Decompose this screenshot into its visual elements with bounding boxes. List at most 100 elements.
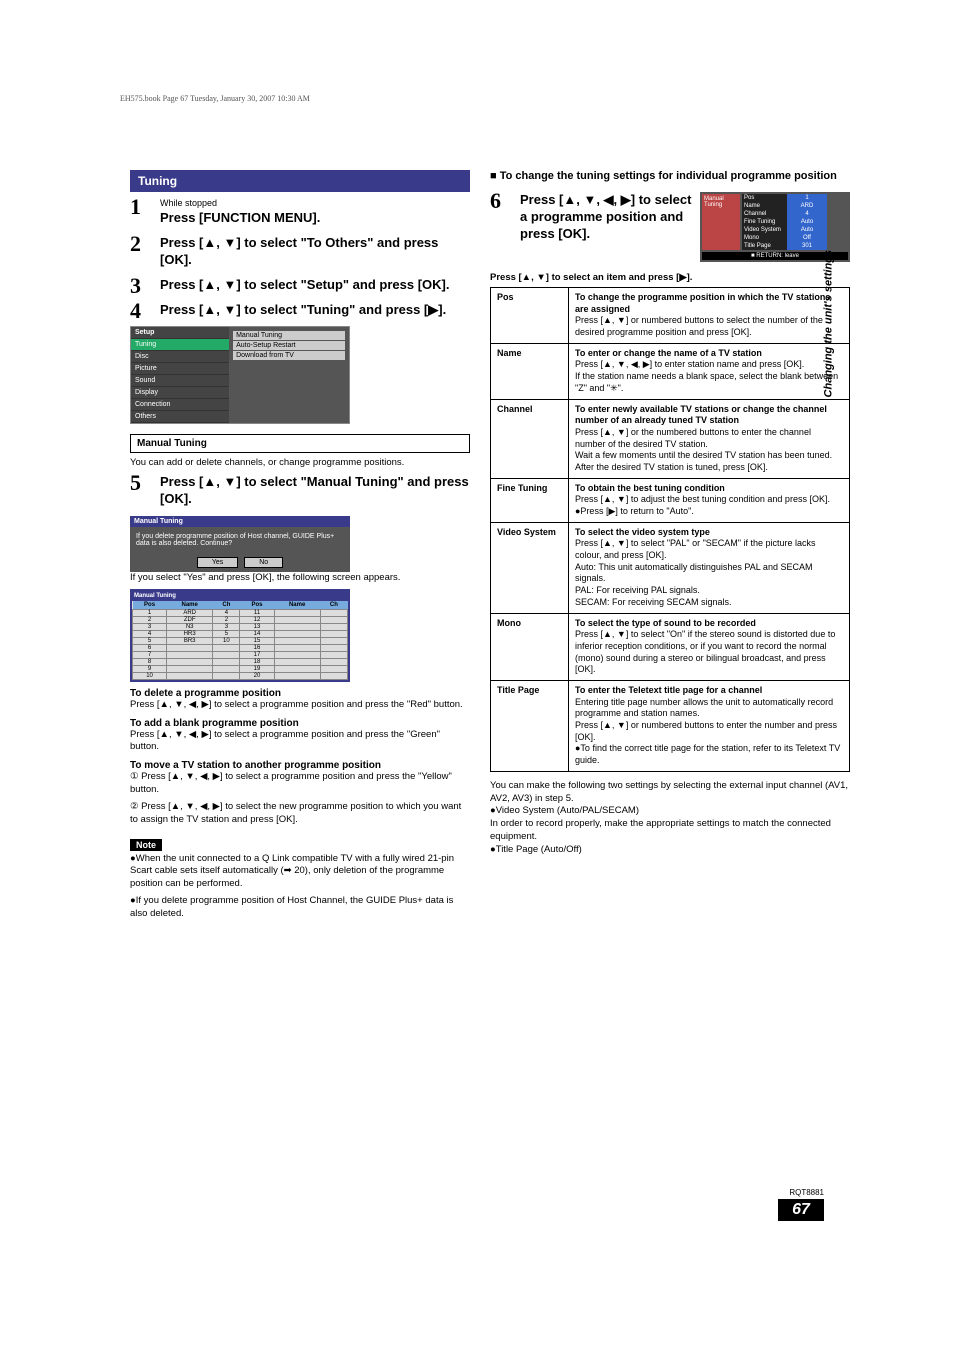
osd-list-cell: 20 xyxy=(240,672,274,679)
osd-panel-item: Manual Tuning xyxy=(233,331,345,340)
note-label: Note xyxy=(130,839,162,851)
osd-list-cell xyxy=(274,658,320,665)
osd-list-col: Name xyxy=(274,601,320,610)
osd-manual-row: Channel4 xyxy=(742,210,827,218)
move-step-2: ② Press [▲, ▼, ◀, ▶] to select the new p… xyxy=(130,801,470,827)
page-footer: RQT8881 67 xyxy=(778,1188,824,1221)
spec-value: To change the programme position in whic… xyxy=(569,288,850,344)
osd-setup-screen: Setup TuningDiscPictureSoundDisplayConne… xyxy=(130,326,350,424)
right-column: ■ To change the tuning settings for indi… xyxy=(490,170,850,857)
step-3: 3Press [▲, ▼] to select "Setup" and pres… xyxy=(130,277,470,294)
spec-value: To obtain the best tuning conditionPress… xyxy=(569,478,850,522)
right-intro: ■ To change the tuning settings for indi… xyxy=(490,170,850,182)
manual-tuning-intro: You can add or delete channels, or chang… xyxy=(130,457,470,470)
osd-list-cell: 3 xyxy=(213,623,240,630)
osd-list-cell xyxy=(274,623,320,630)
osd-list-cell xyxy=(274,637,320,644)
step-6: 6 Press [▲, ▼, ◀, ▶] to select a program… xyxy=(490,192,692,254)
osd-manual-key: Channel xyxy=(742,210,787,218)
osd-list-col: Pos xyxy=(240,601,274,610)
osd-list-cell: 12 xyxy=(240,616,274,623)
osd-manual-row: MonoOff xyxy=(742,234,827,242)
osd-list-cell xyxy=(320,672,347,679)
osd-panel-item: Download from TV xyxy=(233,351,345,360)
osd-list-cell xyxy=(320,630,347,637)
step-2-text: Press [▲, ▼] to select "To Others" and p… xyxy=(160,235,470,269)
osd-list-cell: 5 xyxy=(133,637,167,644)
spec-row: NameTo enter or change the name of a TV … xyxy=(491,343,850,399)
spec-row: ChannelTo enter newly available TV stati… xyxy=(491,399,850,478)
step-3-text: Press [▲, ▼] to select "Setup" and press… xyxy=(160,277,470,294)
osd-list-cell: 11 xyxy=(240,609,274,616)
osd-manual-row: NameARD xyxy=(742,202,827,210)
osd-list-cell: 3 xyxy=(133,623,167,630)
osd-list-cell xyxy=(320,623,347,630)
osd-list-header: Manual Tuning xyxy=(132,591,348,601)
osd-list-cell: 13 xyxy=(240,623,274,630)
delete-heading: To delete a programme position xyxy=(130,688,470,699)
after-table-line: In order to record properly, make the ap… xyxy=(490,818,850,844)
osd-menu-item: Sound xyxy=(131,375,229,387)
right-intro-text: To change the tuning settings for indivi… xyxy=(500,170,837,182)
osd-manual-val: Auto xyxy=(787,218,827,226)
osd-manual-row: Pos1 xyxy=(742,194,827,202)
osd-list-cell: 16 xyxy=(240,644,274,651)
after-table-line: ●Title Page (Auto/Off) xyxy=(490,844,850,857)
osd-list-cell: 17 xyxy=(240,651,274,658)
confirm-after-text: If you select "Yes" and press [OK], the … xyxy=(130,572,470,585)
osd-manual-key: Name xyxy=(742,202,787,210)
osd-menu-item: Display xyxy=(131,387,229,399)
after-table-notes: You can make the following two settings … xyxy=(490,780,850,857)
osd-menu-item: Tuning xyxy=(131,339,229,351)
osd-manual-side-label: Manual Tuning xyxy=(702,194,740,250)
move-step-1: ① Press [▲, ▼, ◀, ▶] to select a program… xyxy=(130,771,470,797)
osd-list-cell xyxy=(213,658,240,665)
spec-key: Title Page xyxy=(491,680,569,771)
osd-list-cell xyxy=(320,658,347,665)
spec-key: Pos xyxy=(491,288,569,344)
osd-list-cell xyxy=(274,665,320,672)
spec-row: Video SystemTo select the video system t… xyxy=(491,522,850,613)
osd-manual-row: Video SystemAuto xyxy=(742,226,827,234)
osd-manual-key: Mono xyxy=(742,234,787,242)
osd-list-cell: HR3 xyxy=(167,630,213,637)
spec-key: Channel xyxy=(491,399,569,478)
osd-confirm-dialog: Manual Tuning If you delete programme po… xyxy=(130,516,350,572)
osd-list-cell xyxy=(167,644,213,651)
square-bullet-icon: ■ xyxy=(490,170,497,182)
spec-instruction: Press [▲, ▼] to select an item and press… xyxy=(490,272,850,283)
spec-key: Video System xyxy=(491,522,569,613)
osd-list-table: PosNameChPosNameCh1ARD4112ZDF2123N33134H… xyxy=(132,601,348,680)
spec-row: Fine TuningTo obtain the best tuning con… xyxy=(491,478,850,522)
osd-list-col: Ch xyxy=(213,601,240,610)
osd-list-col: Name xyxy=(167,601,213,610)
left-column: Tuning 1While stoppedPress [FUNCTION MEN… xyxy=(130,170,470,925)
osd-menu-item: Connection xyxy=(131,399,229,411)
osd-list-cell: BR3 xyxy=(167,637,213,644)
osd-list-cell xyxy=(320,651,347,658)
osd-confirm-no: No xyxy=(244,557,283,568)
osd-list-cell: N3 xyxy=(167,623,213,630)
osd-list-cell xyxy=(320,637,347,644)
osd-list-cell xyxy=(213,644,240,651)
step-4: 4Press [▲, ▼] to select "Tuning" and pre… xyxy=(130,302,470,319)
osd-setup-header: Setup xyxy=(131,327,229,339)
osd-list-cell: ZDF xyxy=(167,616,213,623)
osd-menu-item: Others xyxy=(131,411,229,423)
osd-confirm-message: If you delete programme position of Host… xyxy=(130,527,350,553)
osd-manual-row: Title Page301 xyxy=(742,242,827,250)
osd-confirm-header: Manual Tuning xyxy=(130,516,350,527)
spec-value: To enter or change the name of a TV stat… xyxy=(569,343,850,399)
spec-row: PosTo change the programme position in w… xyxy=(491,288,850,344)
osd-list-cell xyxy=(274,630,320,637)
osd-list-cell: 6 xyxy=(133,644,167,651)
footer-doc-code: RQT8881 xyxy=(778,1188,824,1197)
osd-list-cell: 2 xyxy=(133,616,167,623)
osd-list-cell xyxy=(274,616,320,623)
page-number: 67 xyxy=(778,1199,824,1221)
osd-channel-list: Manual Tuning PosNameChPosNameCh1ARD4112… xyxy=(130,589,350,682)
move-heading: To move a TV station to another programm… xyxy=(130,760,470,771)
spec-key: Fine Tuning xyxy=(491,478,569,522)
osd-list-cell: 19 xyxy=(240,665,274,672)
osd-list-cell xyxy=(213,665,240,672)
